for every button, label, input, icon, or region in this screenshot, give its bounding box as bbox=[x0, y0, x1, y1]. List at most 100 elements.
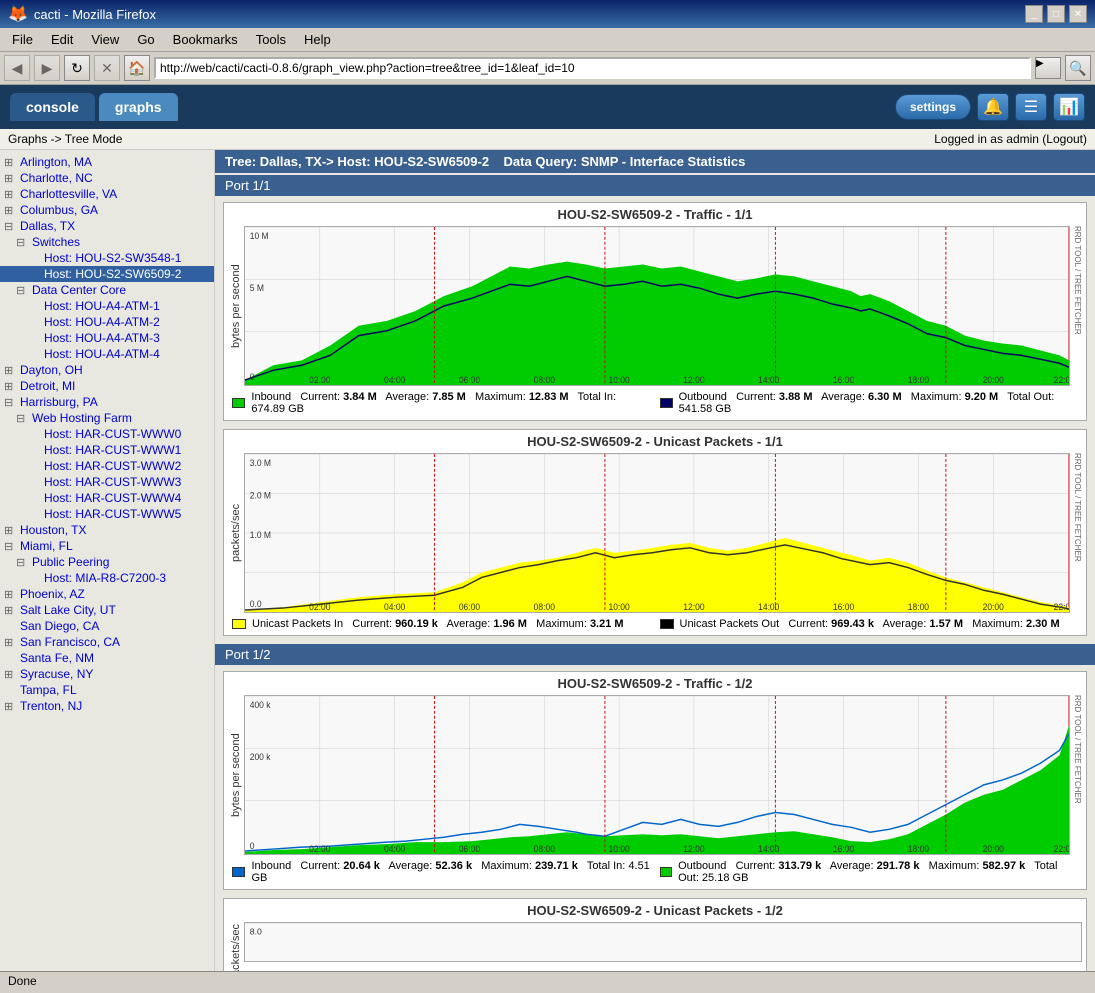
svg-text:10:00: 10:00 bbox=[608, 844, 629, 854]
sidebar-link[interactable]: Host: HAR-CUST-WWW5 bbox=[44, 507, 181, 521]
sidebar-link[interactable]: Trenton, NJ bbox=[20, 699, 82, 713]
sidebar-item-santafe[interactable]: Santa Fe, NM bbox=[0, 650, 214, 666]
sidebar-link[interactable]: Data Center Core bbox=[32, 283, 126, 297]
sidebar-item-trenton[interactable]: ⊞ Trenton, NJ bbox=[0, 698, 214, 714]
sidebar-item-columbus[interactable]: ⊞ Columbus, GA bbox=[0, 202, 214, 218]
sidebar-item-datacentercore[interactable]: ⊟ Data Center Core bbox=[0, 282, 214, 298]
sidebar-item-charlottesville[interactable]: ⊞ Charlottesville, VA bbox=[0, 186, 214, 202]
sidebar-item-tampa[interactable]: Tampa, FL bbox=[0, 682, 214, 698]
sidebar-link[interactable]: Host: HOU-A4-ATM-4 bbox=[44, 347, 160, 361]
sidebar-item-www1[interactable]: Host: HAR-CUST-WWW1 bbox=[0, 442, 214, 458]
sidebar-item-switches[interactable]: ⊟ Switches bbox=[0, 234, 214, 250]
expand-icon: ⊞ bbox=[4, 172, 18, 185]
sidebar-link[interactable]: Detroit, MI bbox=[20, 379, 75, 393]
tab-graphs[interactable]: graphs bbox=[99, 93, 178, 121]
sidebar-item-charlotte[interactable]: ⊞ Charlotte, NC bbox=[0, 170, 214, 186]
sidebar-link[interactable]: Dayton, OH bbox=[20, 363, 83, 377]
back-button[interactable]: ◀ bbox=[4, 55, 30, 81]
sidebar-link[interactable]: Host: HOU-A4-ATM-2 bbox=[44, 315, 160, 329]
sidebar-link[interactable]: Host: HOU-A4-ATM-3 bbox=[44, 331, 160, 345]
menu-bookmarks[interactable]: Bookmarks bbox=[165, 30, 246, 49]
chart-button[interactable]: 📊 bbox=[1053, 93, 1085, 121]
sidebar-item-atm4[interactable]: Host: HOU-A4-ATM-4 bbox=[0, 346, 214, 362]
sidebar-item-webhostingfarm[interactable]: ⊟ Web Hosting Farm bbox=[0, 410, 214, 426]
menu-view[interactable]: View bbox=[83, 30, 127, 49]
sidebar-link[interactable]: Phoenix, AZ bbox=[20, 587, 85, 601]
sidebar-item-sanfrancisco[interactable]: ⊞ San Francisco, CA bbox=[0, 634, 214, 650]
sidebar-link[interactable]: Web Hosting Farm bbox=[32, 411, 132, 425]
sidebar-item-phoenix[interactable]: ⊞ Phoenix, AZ bbox=[0, 586, 214, 602]
sidebar-link[interactable]: San Diego, CA bbox=[20, 619, 99, 633]
sidebar-link[interactable]: Host: HAR-CUST-WWW4 bbox=[44, 491, 181, 505]
sidebar-item-publicpeering[interactable]: ⊟ Public Peering bbox=[0, 554, 214, 570]
go-button[interactable]: ▶ bbox=[1035, 57, 1061, 79]
sidebar-link[interactable]: Host: HAR-CUST-WWW0 bbox=[44, 427, 181, 441]
sidebar-item-sandiego[interactable]: San Diego, CA bbox=[0, 618, 214, 634]
sidebar-item-www2[interactable]: Host: HAR-CUST-WWW2 bbox=[0, 458, 214, 474]
menu-tools[interactable]: Tools bbox=[248, 30, 294, 49]
menu-go[interactable]: Go bbox=[129, 30, 162, 49]
graph-area-unicast11: 3.0 M 2.0 M 1.0 M 0.0 02:00 04:00 06:00 … bbox=[244, 453, 1070, 613]
sidebar-item-www4[interactable]: Host: HAR-CUST-WWW4 bbox=[0, 490, 214, 506]
sidebar-item-harrisburg[interactable]: ⊟ Harrisburg, PA bbox=[0, 394, 214, 410]
sidebar-link[interactable]: Host: HAR-CUST-WWW1 bbox=[44, 443, 181, 457]
sidebar-link[interactable]: Charlotte, NC bbox=[20, 171, 93, 185]
sidebar-link[interactable]: Host: HOU-A4-ATM-1 bbox=[44, 299, 160, 313]
home-button[interactable]: 🏠 bbox=[124, 55, 150, 81]
sidebar-item-arlington[interactable]: ⊞ Arlington, MA bbox=[0, 154, 214, 170]
sidebar-item-detroit[interactable]: ⊞ Detroit, MI bbox=[0, 378, 214, 394]
sidebar-link[interactable]: Columbus, GA bbox=[20, 203, 98, 217]
sidebar-link[interactable]: Miami, FL bbox=[20, 539, 73, 553]
settings-button[interactable]: settings bbox=[895, 94, 971, 120]
sidebar-item-miami[interactable]: ⊟ Miami, FL bbox=[0, 538, 214, 554]
sidebar-item-saltlake[interactable]: ⊞ Salt Lake City, UT bbox=[0, 602, 214, 618]
svg-text:200 k: 200 k bbox=[250, 752, 271, 762]
sidebar-item-dallas[interactable]: ⊟ Dallas, TX bbox=[0, 218, 214, 234]
sidebar-link[interactable]: Syracuse, NY bbox=[20, 667, 93, 681]
sidebar-item-atm3[interactable]: Host: HOU-A4-ATM-3 bbox=[0, 330, 214, 346]
sidebar-item-syracuse[interactable]: ⊞ Syracuse, NY bbox=[0, 666, 214, 682]
sidebar-link[interactable]: Host: HOU-S2-SW3548-1 bbox=[44, 251, 181, 265]
sidebar-item-dayton[interactable]: ⊞ Dayton, OH bbox=[0, 362, 214, 378]
sidebar-item-sw3548[interactable]: Host: HOU-S2-SW3548-1 bbox=[0, 250, 214, 266]
address-input[interactable] bbox=[154, 57, 1031, 79]
tab-console[interactable]: console bbox=[10, 93, 95, 121]
sidebar-item-mia[interactable]: Host: MIA-R8-C7200-3 bbox=[0, 570, 214, 586]
firefox-icon: 🦊 bbox=[8, 4, 28, 24]
sidebar-item-www0[interactable]: Host: HAR-CUST-WWW0 bbox=[0, 426, 214, 442]
sidebar-item-www5[interactable]: Host: HAR-CUST-WWW5 bbox=[0, 506, 214, 522]
sidebar-link[interactable]: Host: HAR-CUST-WWW2 bbox=[44, 459, 181, 473]
sidebar-link[interactable]: Host: HAR-CUST-WWW3 bbox=[44, 475, 181, 489]
menu-edit[interactable]: Edit bbox=[43, 30, 81, 49]
sidebar-link[interactable]: Public Peering bbox=[32, 555, 109, 569]
stop-button[interactable]: ✕ bbox=[94, 55, 120, 81]
reload-button[interactable]: ↻ bbox=[64, 55, 90, 81]
alert-button[interactable]: 🔔 bbox=[977, 93, 1009, 121]
sidebar-link[interactable]: Houston, TX bbox=[20, 523, 86, 537]
menu-file[interactable]: File bbox=[4, 30, 41, 49]
forward-button[interactable]: ▶ bbox=[34, 55, 60, 81]
sidebar-item-www3[interactable]: Host: HAR-CUST-WWW3 bbox=[0, 474, 214, 490]
sidebar-link[interactable]: Host: MIA-R8-C7200-3 bbox=[44, 571, 166, 585]
maximize-button[interactable]: □ bbox=[1047, 5, 1065, 23]
sidebar-item-atm1[interactable]: Host: HOU-A4-ATM-1 bbox=[0, 298, 214, 314]
window-controls[interactable]: _ □ ✕ bbox=[1025, 5, 1087, 23]
sidebar-link[interactable]: Salt Lake City, UT bbox=[20, 603, 116, 617]
sidebar-item-sw6509[interactable]: Host: HOU-S2-SW6509-2 bbox=[0, 266, 214, 282]
menu-help[interactable]: Help bbox=[296, 30, 339, 49]
sidebar-link[interactable]: Arlington, MA bbox=[20, 155, 92, 169]
list-button[interactable]: ☰ bbox=[1015, 93, 1047, 121]
sidebar-item-houston[interactable]: ⊞ Houston, TX bbox=[0, 522, 214, 538]
sidebar-link[interactable]: Harrisburg, PA bbox=[20, 395, 98, 409]
sidebar-link[interactable]: Switches bbox=[32, 235, 80, 249]
sidebar: ⊞ Arlington, MA ⊞ Charlotte, NC ⊞ Charlo… bbox=[0, 150, 215, 971]
search-icon[interactable]: 🔍 bbox=[1065, 55, 1091, 81]
sidebar-link[interactable]: Santa Fe, NM bbox=[20, 651, 94, 665]
close-button[interactable]: ✕ bbox=[1069, 5, 1087, 23]
sidebar-link[interactable]: Dallas, TX bbox=[20, 219, 75, 233]
minimize-button[interactable]: _ bbox=[1025, 5, 1043, 23]
sidebar-link[interactable]: San Francisco, CA bbox=[20, 635, 120, 649]
sidebar-link[interactable]: Tampa, FL bbox=[20, 683, 77, 697]
sidebar-item-atm2[interactable]: Host: HOU-A4-ATM-2 bbox=[0, 314, 214, 330]
sidebar-link[interactable]: Charlottesville, VA bbox=[20, 187, 117, 201]
